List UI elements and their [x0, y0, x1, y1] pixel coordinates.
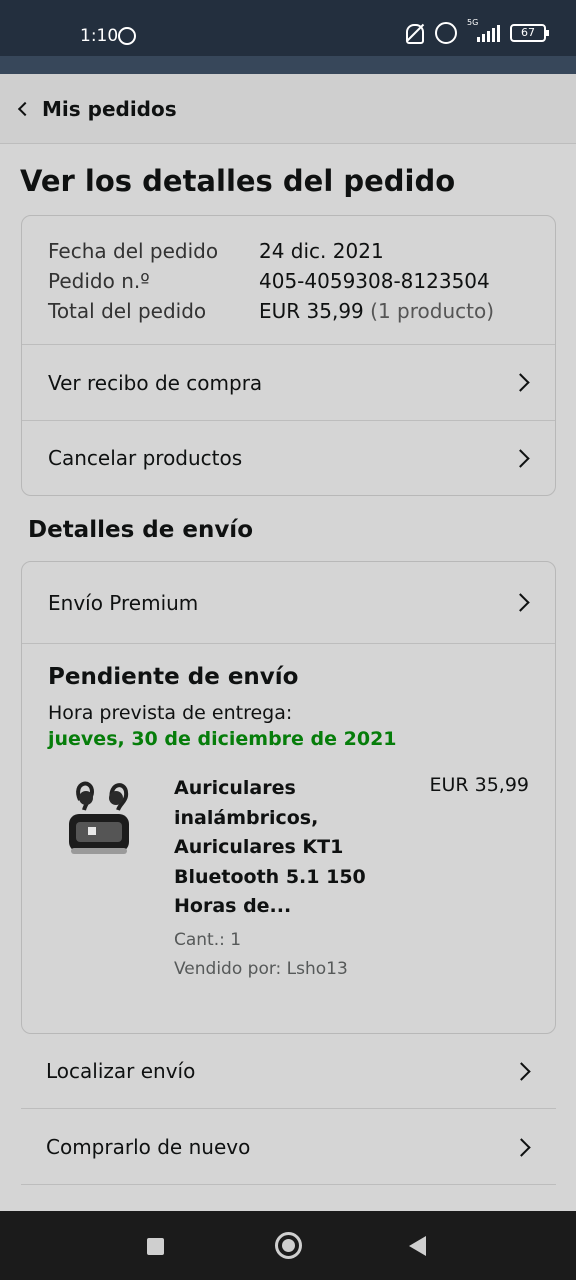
status-icons: 5G 67	[403, 18, 549, 44]
alarm-icon	[435, 22, 457, 44]
product-price: EUR 35,99	[429, 774, 529, 796]
status-time: 1:10	[80, 26, 119, 46]
order-number-label: Pedido n.º	[48, 269, 150, 293]
shipping-card: Envío Premium Pendiente de envío Hora pr…	[21, 561, 556, 1034]
chevron-right-icon	[511, 593, 530, 612]
battery-icon: 67	[510, 24, 549, 42]
recent-apps-button[interactable]	[147, 1238, 164, 1255]
page-title: Ver los detalles del pedido	[20, 164, 456, 198]
system-navigation-bar	[0, 1211, 576, 1280]
order-summary: Fecha del pedido 24 dic. 2021 Pedido n.º…	[22, 216, 555, 345]
product-item: Auriculares inalámbricos, Auriculares KT…	[48, 774, 529, 1004]
eta-label: Hora prevista de entrega:	[48, 702, 293, 724]
cancel-products-label: Cancelar productos	[48, 446, 243, 470]
muted-bell-icon	[403, 22, 425, 44]
order-total-count: (1 producto)	[370, 299, 495, 323]
earbuds-product-image[interactable]	[66, 778, 132, 858]
shipping-method-row[interactable]: Envío Premium	[22, 562, 555, 644]
app-top-bar	[0, 56, 576, 74]
view-receipt-label: Ver recibo de compra	[48, 370, 263, 395]
order-total-value: EUR 35,99 (1 producto)	[259, 296, 494, 326]
order-summary-card: Fecha del pedido 24 dic. 2021 Pedido n.º…	[21, 215, 556, 496]
order-date-row: Fecha del pedido 24 dic. 2021	[48, 236, 555, 266]
shipment-status-title: Pendiente de envío	[48, 664, 299, 690]
signal-icon: 5G	[467, 18, 500, 42]
shipment-status: Pendiente de envío Hora prevista de entr…	[22, 644, 555, 1004]
track-shipment-label: Localizar envío	[46, 1059, 196, 1083]
eta-date: jueves, 30 de diciembre de 2021	[48, 728, 397, 750]
back-button[interactable]	[409, 1236, 426, 1256]
chevron-right-icon	[511, 448, 530, 468]
cancel-products-row[interactable]: Cancelar productos	[22, 420, 555, 495]
order-number-row: Pedido n.º 405-4059308-8123504	[48, 266, 555, 296]
chevron-left-icon	[17, 101, 33, 116]
back-to-orders-link[interactable]: Mis pedidos	[0, 74, 576, 144]
home-button[interactable]	[275, 1232, 302, 1259]
chevron-right-icon	[511, 373, 530, 392]
product-seller: Vendido por: Lsho13	[174, 959, 348, 979]
order-total-label: Total del pedido	[48, 299, 207, 323]
order-total-amount: EUR 35,99	[259, 299, 364, 323]
buy-again-row[interactable]: Comprarlo de nuevo	[21, 1110, 556, 1185]
whatsapp-icon	[118, 27, 136, 45]
order-date-label: Fecha del pedido	[48, 239, 219, 263]
view-receipt-row[interactable]: Ver recibo de compra	[22, 345, 555, 420]
shipping-method-label: Envío Premium	[48, 590, 199, 615]
order-total-row: Total del pedido EUR 35,99 (1 producto)	[48, 296, 555, 326]
order-date-value: 24 dic. 2021	[259, 239, 384, 263]
shipping-section-title: Detalles de envío	[28, 517, 253, 543]
network-type: 5G	[467, 18, 479, 27]
product-name[interactable]: Auriculares inalámbricos, Auriculares KT…	[174, 774, 379, 922]
product-quantity: Cant.: 1	[174, 930, 242, 950]
buy-again-label: Comprarlo de nuevo	[46, 1135, 251, 1159]
track-shipment-row[interactable]: Localizar envío	[21, 1034, 556, 1109]
status-bar: 1:10 5G 67	[0, 0, 576, 56]
back-label: Mis pedidos	[42, 96, 177, 121]
chevron-right-icon	[512, 1061, 531, 1081]
order-number-value: 405-4059308-8123504	[259, 269, 490, 293]
chevron-right-icon	[512, 1137, 531, 1157]
